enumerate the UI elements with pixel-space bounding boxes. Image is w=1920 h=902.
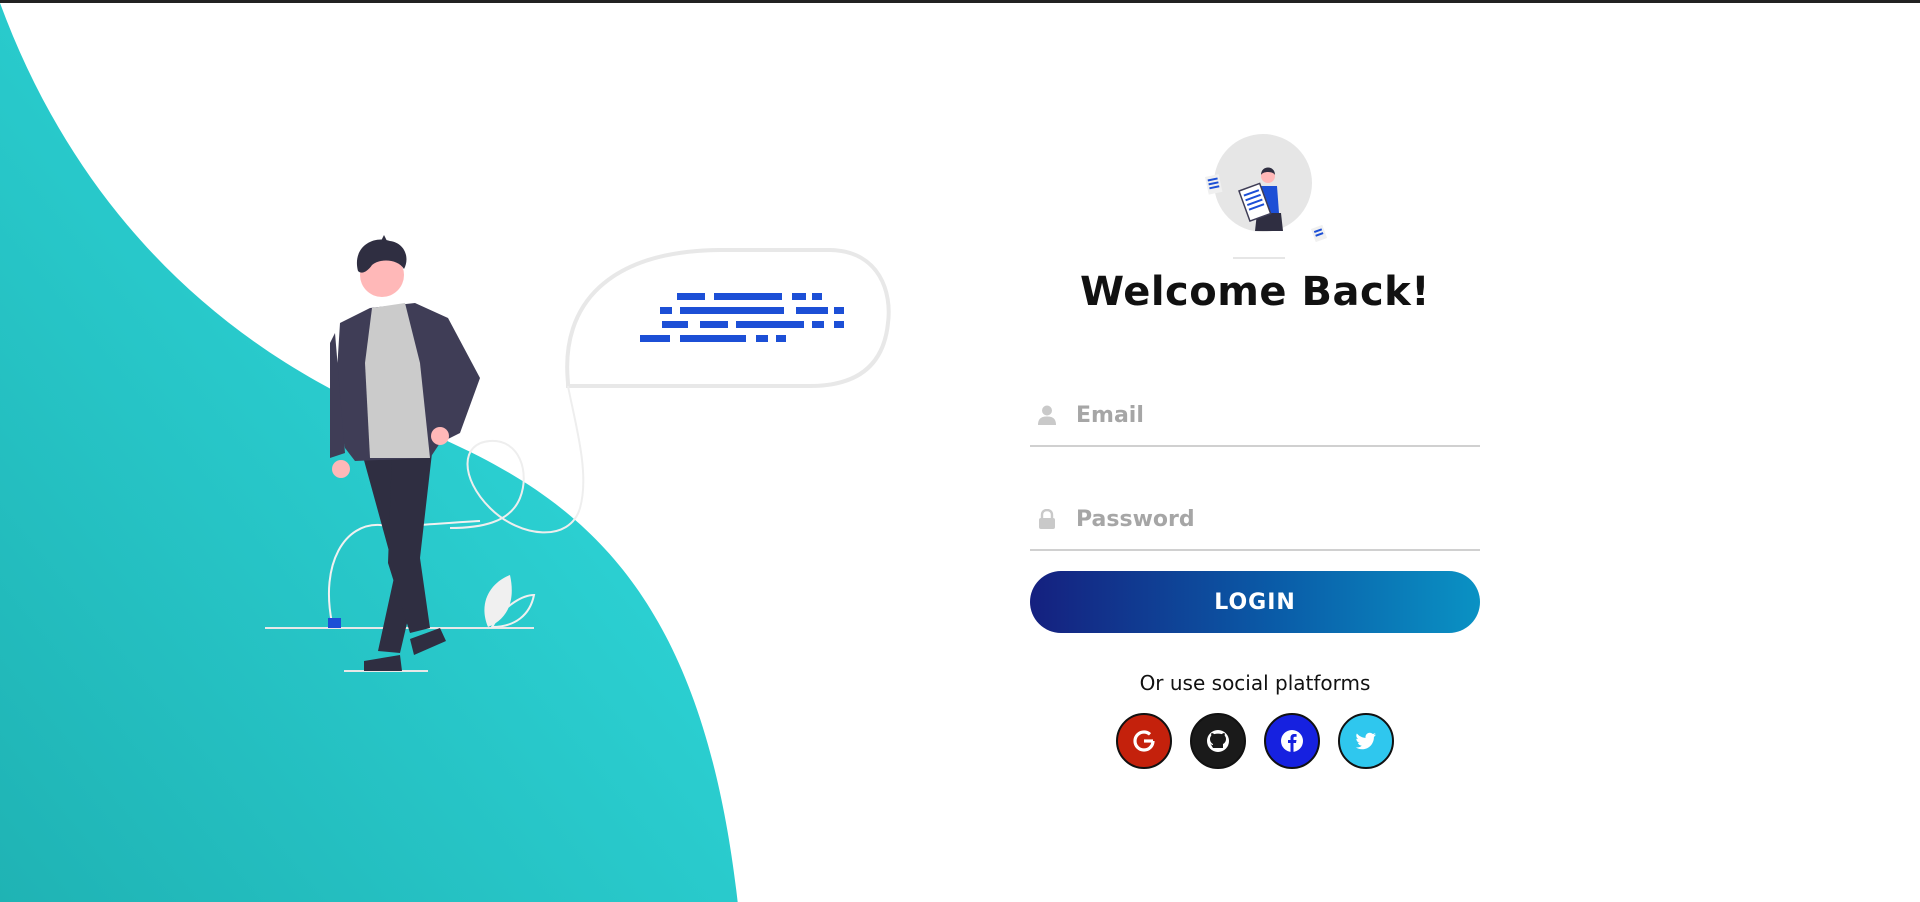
google-icon (1133, 730, 1155, 752)
email-input[interactable] (1074, 394, 1480, 436)
email-field (1030, 385, 1480, 447)
login-button[interactable]: LOGIN (1030, 571, 1480, 633)
facebook-icon (1281, 730, 1303, 752)
password-input[interactable] (1074, 498, 1480, 540)
lock-icon (1036, 508, 1058, 530)
twitter-icon (1355, 732, 1376, 750)
github-button[interactable] (1190, 713, 1246, 769)
social-buttons (1030, 713, 1480, 769)
user-icon (1036, 404, 1058, 426)
page-title: Welcome Back! (1080, 269, 1430, 315)
twitter-button[interactable] (1338, 713, 1394, 769)
github-icon (1207, 730, 1229, 752)
avatar-illustration (1175, 131, 1335, 261)
login-page: Welcome Back! LOGIN Or use social platfo… (0, 0, 1920, 902)
facebook-button[interactable] (1264, 713, 1320, 769)
google-button[interactable] (1116, 713, 1172, 769)
teal-wave-background (0, 3, 738, 902)
social-platforms-text: Or use social platforms (1139, 671, 1371, 695)
login-form: Welcome Back! LOGIN Or use social platfo… (1030, 131, 1480, 769)
password-field (1030, 489, 1480, 551)
